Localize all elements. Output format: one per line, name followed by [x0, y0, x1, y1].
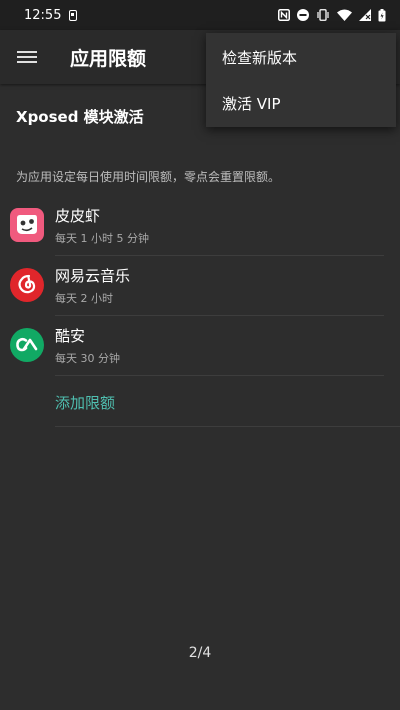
limit-description: 为应用设定每日使用时间限额，零点会重置限额。 [16, 170, 281, 184]
list-item-pipixia[interactable]: 皮皮虾 每天 1 小时 5 分钟 [0, 196, 400, 256]
app-name: 网易云音乐 [55, 267, 131, 285]
menu-item-activate-vip[interactable]: 激活 VIP [222, 93, 281, 114]
page-indicator: 2/4 [188, 645, 212, 661]
dnd-icon [297, 9, 309, 21]
list-item-netease-music[interactable]: 网易云音乐 每天 2 小时 [0, 256, 400, 316]
status-bar: 12:55 [0, 0, 400, 30]
signal-icon [359, 9, 371, 21]
status-icons [278, 8, 386, 22]
divider [55, 375, 384, 376]
wifi-icon [337, 9, 352, 21]
coolapk-app-icon [10, 328, 44, 362]
vibrate-icon [317, 9, 329, 21]
overflow-menu: 检查新版本 激活 VIP [206, 33, 396, 127]
app-name: 皮皮虾 [55, 207, 101, 225]
app-limit: 每天 1 小时 5 分钟 [55, 232, 149, 245]
page-title: 应用限额 [70, 47, 147, 70]
menu-item-check-update[interactable]: 检查新版本 [222, 47, 297, 68]
divider [55, 426, 400, 427]
xposed-activation-status: Xposed 模块激活 [16, 108, 144, 126]
status-time: 12:55 [24, 7, 62, 23]
app-limit: 每天 2 小时 [55, 292, 113, 305]
pipixia-app-icon [10, 208, 44, 242]
notification-icon [69, 9, 78, 21]
list-item-coolapk[interactable]: 酷安 每天 30 分钟 [0, 316, 400, 376]
netease-music-app-icon [10, 268, 44, 302]
app-limit-list: 皮皮虾 每天 1 小时 5 分钟 网易云音乐 每天 2 小时 酷安 每天 30 … [0, 196, 400, 376]
battery-icon [378, 8, 386, 21]
hamburger-menu-icon[interactable] [17, 49, 37, 65]
app-limit: 每天 30 分钟 [55, 352, 120, 365]
add-limit-button[interactable]: 添加限额 [55, 392, 115, 413]
nfc-icon [278, 9, 290, 21]
app-name: 酷安 [55, 327, 86, 345]
